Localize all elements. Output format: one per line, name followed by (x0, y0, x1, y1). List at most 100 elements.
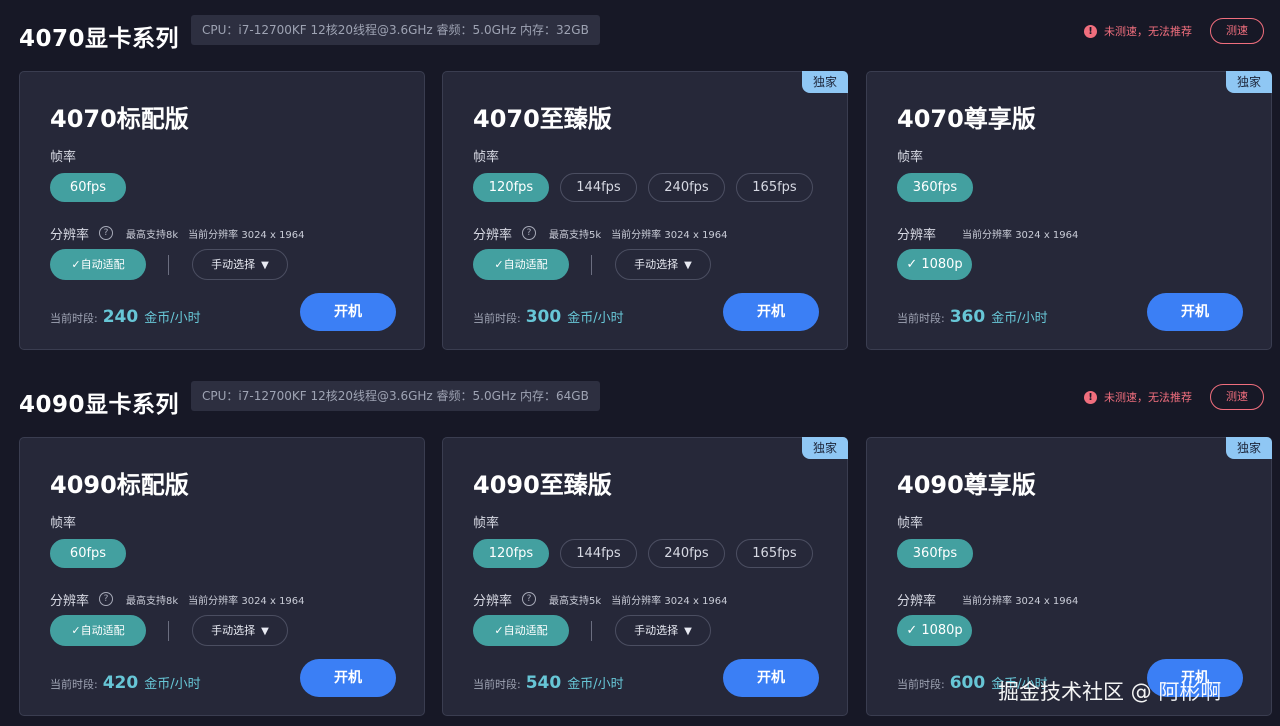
price-label: 当前时段: (897, 678, 945, 691)
start-button[interactable]: 开机 (723, 293, 819, 331)
fps-label: 帧率 (897, 516, 924, 531)
resolution-row: 分辨率 ? 最高支持5k 当前分辨率 3024 x 1964 (473, 589, 728, 609)
start-button[interactable]: 开机 (300, 293, 396, 331)
resolution-label: 分辨率 (473, 227, 513, 243)
speed-test-button[interactable]: 测速 (1210, 18, 1264, 44)
price-unit: 金币/小时 (567, 677, 624, 692)
auto-adapt-button[interactable]: ✓自动适配 (473, 249, 569, 280)
resolution-row: 分辨率 ? 最高支持8k 当前分辨率 3024 x 1964 (50, 589, 305, 609)
help-icon[interactable]: ? (99, 226, 114, 240)
price-unit: 金币/小时 (144, 677, 201, 692)
current-resolution: 当前分辨率 3024 x 1964 (962, 595, 1079, 607)
auto-adapt-button[interactable]: ✓自动适配 (50, 249, 146, 280)
series-header: 4090显卡系列 CPU：i7-12700KF 12核20线程@3.6GHz 睿… (0, 381, 1280, 421)
auto-adapt-button[interactable]: ✓自动适配 (50, 615, 146, 646)
max-resolution: 最高支持5k (549, 229, 602, 241)
manual-select-label: 手动选择 (634, 624, 679, 637)
help-icon[interactable]: ? (99, 592, 114, 606)
manual-select-label: 手动选择 (634, 258, 679, 271)
manual-select-label: 手动选择 (211, 624, 256, 637)
series-title: 4070显卡系列 (19, 26, 180, 52)
caret-down-icon: ▼ (684, 626, 692, 637)
price-label: 当前时段: (473, 312, 521, 325)
price-unit: 金币/小时 (991, 311, 1048, 326)
plan-card: 4070标配版 帧率 60fps 分辨率 ? 最高支持8k 当前分辨率 3024… (19, 71, 425, 350)
resolution-row: 分辨率 当前分辨率 3024 x 1964 (897, 589, 1078, 609)
price-value: 540 (525, 673, 562, 693)
series-title: 4090显卡系列 (19, 392, 180, 418)
series-header: 4070显卡系列 CPU：i7-12700KF 12核20线程@3.6GHz 睿… (0, 15, 1280, 55)
caret-down-icon: ▼ (261, 260, 269, 271)
price-label: 当前时段: (50, 312, 98, 325)
price-value: 600 (949, 673, 986, 693)
fps-option[interactable]: 144fps (560, 173, 637, 202)
fps-option[interactable]: 240fps (648, 539, 725, 568)
price-unit: 金币/小时 (567, 311, 624, 326)
price-value: 420 (102, 673, 139, 693)
fps-label: 帧率 (50, 516, 77, 531)
card-title: 4090尊享版 (897, 471, 1036, 499)
fps-label: 帧率 (897, 150, 924, 165)
current-resolution: 当前分辨率 3024 x 1964 (188, 595, 305, 607)
alert-icon: ! (1084, 390, 1097, 404)
fps-option[interactable]: 144fps (560, 539, 637, 568)
resolution-label: 分辨率 (897, 227, 937, 243)
fps-option[interactable]: 120fps (473, 539, 549, 568)
current-resolution: 当前分辨率 3024 x 1964 (188, 229, 305, 241)
divider (168, 621, 169, 641)
plan-card: 独家 4070尊享版 帧率 360fps 分辨率 当前分辨率 3024 x 19… (866, 71, 1272, 350)
divider (168, 255, 169, 275)
current-resolution: 当前分辨率 3024 x 1964 (611, 595, 728, 607)
price-value: 300 (525, 307, 562, 327)
help-icon[interactable]: ? (522, 592, 537, 606)
start-button[interactable]: 开机 (1147, 293, 1243, 331)
start-button[interactable]: 开机 (300, 659, 396, 697)
fps-option[interactable]: 60fps (50, 539, 126, 568)
max-resolution: 最高支持5k (549, 595, 602, 607)
fps-option[interactable]: 60fps (50, 173, 126, 202)
card-title: 4090至臻版 (473, 471, 612, 499)
help-icon[interactable]: ? (522, 226, 537, 240)
price-row: 当前时段: 360 金币/小时 (897, 307, 1048, 327)
cpu-spec: CPU：i7-12700KF 12核20线程@3.6GHz 睿频：5.0GHz … (191, 15, 600, 45)
caret-down-icon: ▼ (261, 626, 269, 637)
speed-warning: ! 未测速，无法推荐 (1084, 23, 1192, 39)
max-resolution: 最高支持8k (126, 595, 179, 607)
resolution-option[interactable]: ✓ 1080p (897, 615, 972, 646)
speed-warning: ! 未测速，无法推荐 (1084, 389, 1192, 405)
current-resolution: 当前分辨率 3024 x 1964 (962, 229, 1079, 241)
manual-select-dropdown[interactable]: 手动选择 ▼ (192, 249, 288, 280)
start-button[interactable]: 开机 (723, 659, 819, 697)
resolution-option[interactable]: ✓ 1080p (897, 249, 972, 280)
speed-test-button[interactable]: 测速 (1210, 384, 1264, 410)
fps-option[interactable]: 165fps (736, 539, 813, 568)
fps-option[interactable]: 165fps (736, 173, 813, 202)
fps-option[interactable]: 120fps (473, 173, 549, 202)
resolution-row: 分辨率 ? 最高支持8k 当前分辨率 3024 x 1964 (50, 223, 305, 243)
caret-down-icon: ▼ (684, 260, 692, 271)
manual-select-dropdown[interactable]: 手动选择 ▼ (192, 615, 288, 646)
manual-select-dropdown[interactable]: 手动选择 ▼ (615, 249, 711, 280)
speed-warning-text: 未测速，无法推荐 (1104, 25, 1192, 38)
card-title: 4070至臻版 (473, 105, 612, 133)
card-title: 4070尊享版 (897, 105, 1036, 133)
current-resolution: 当前分辨率 3024 x 1964 (611, 229, 728, 241)
plan-card: 独家 4070至臻版 帧率 120fps 144fps 240fps 165fp… (442, 71, 848, 350)
resolution-row: 分辨率 ? 最高支持5k 当前分辨率 3024 x 1964 (473, 223, 728, 243)
divider (591, 255, 592, 275)
price-row: 当前时段: 540 金币/小时 (473, 673, 624, 693)
auto-adapt-button[interactable]: ✓自动适配 (473, 615, 569, 646)
alert-icon: ! (1084, 24, 1097, 38)
exclusive-badge: 独家 (1226, 437, 1272, 459)
card-title: 4090标配版 (50, 471, 189, 499)
resolution-label: 分辨率 (50, 593, 90, 609)
card-title: 4070标配版 (50, 105, 189, 133)
fps-option[interactable]: 360fps (897, 173, 973, 202)
fps-option[interactable]: 240fps (648, 173, 725, 202)
fps-label: 帧率 (50, 150, 77, 165)
max-resolution: 最高支持8k (126, 229, 179, 241)
price-label: 当前时段: (473, 678, 521, 691)
manual-select-dropdown[interactable]: 手动选择 ▼ (615, 615, 711, 646)
resolution-label: 分辨率 (50, 227, 90, 243)
fps-option[interactable]: 360fps (897, 539, 973, 568)
